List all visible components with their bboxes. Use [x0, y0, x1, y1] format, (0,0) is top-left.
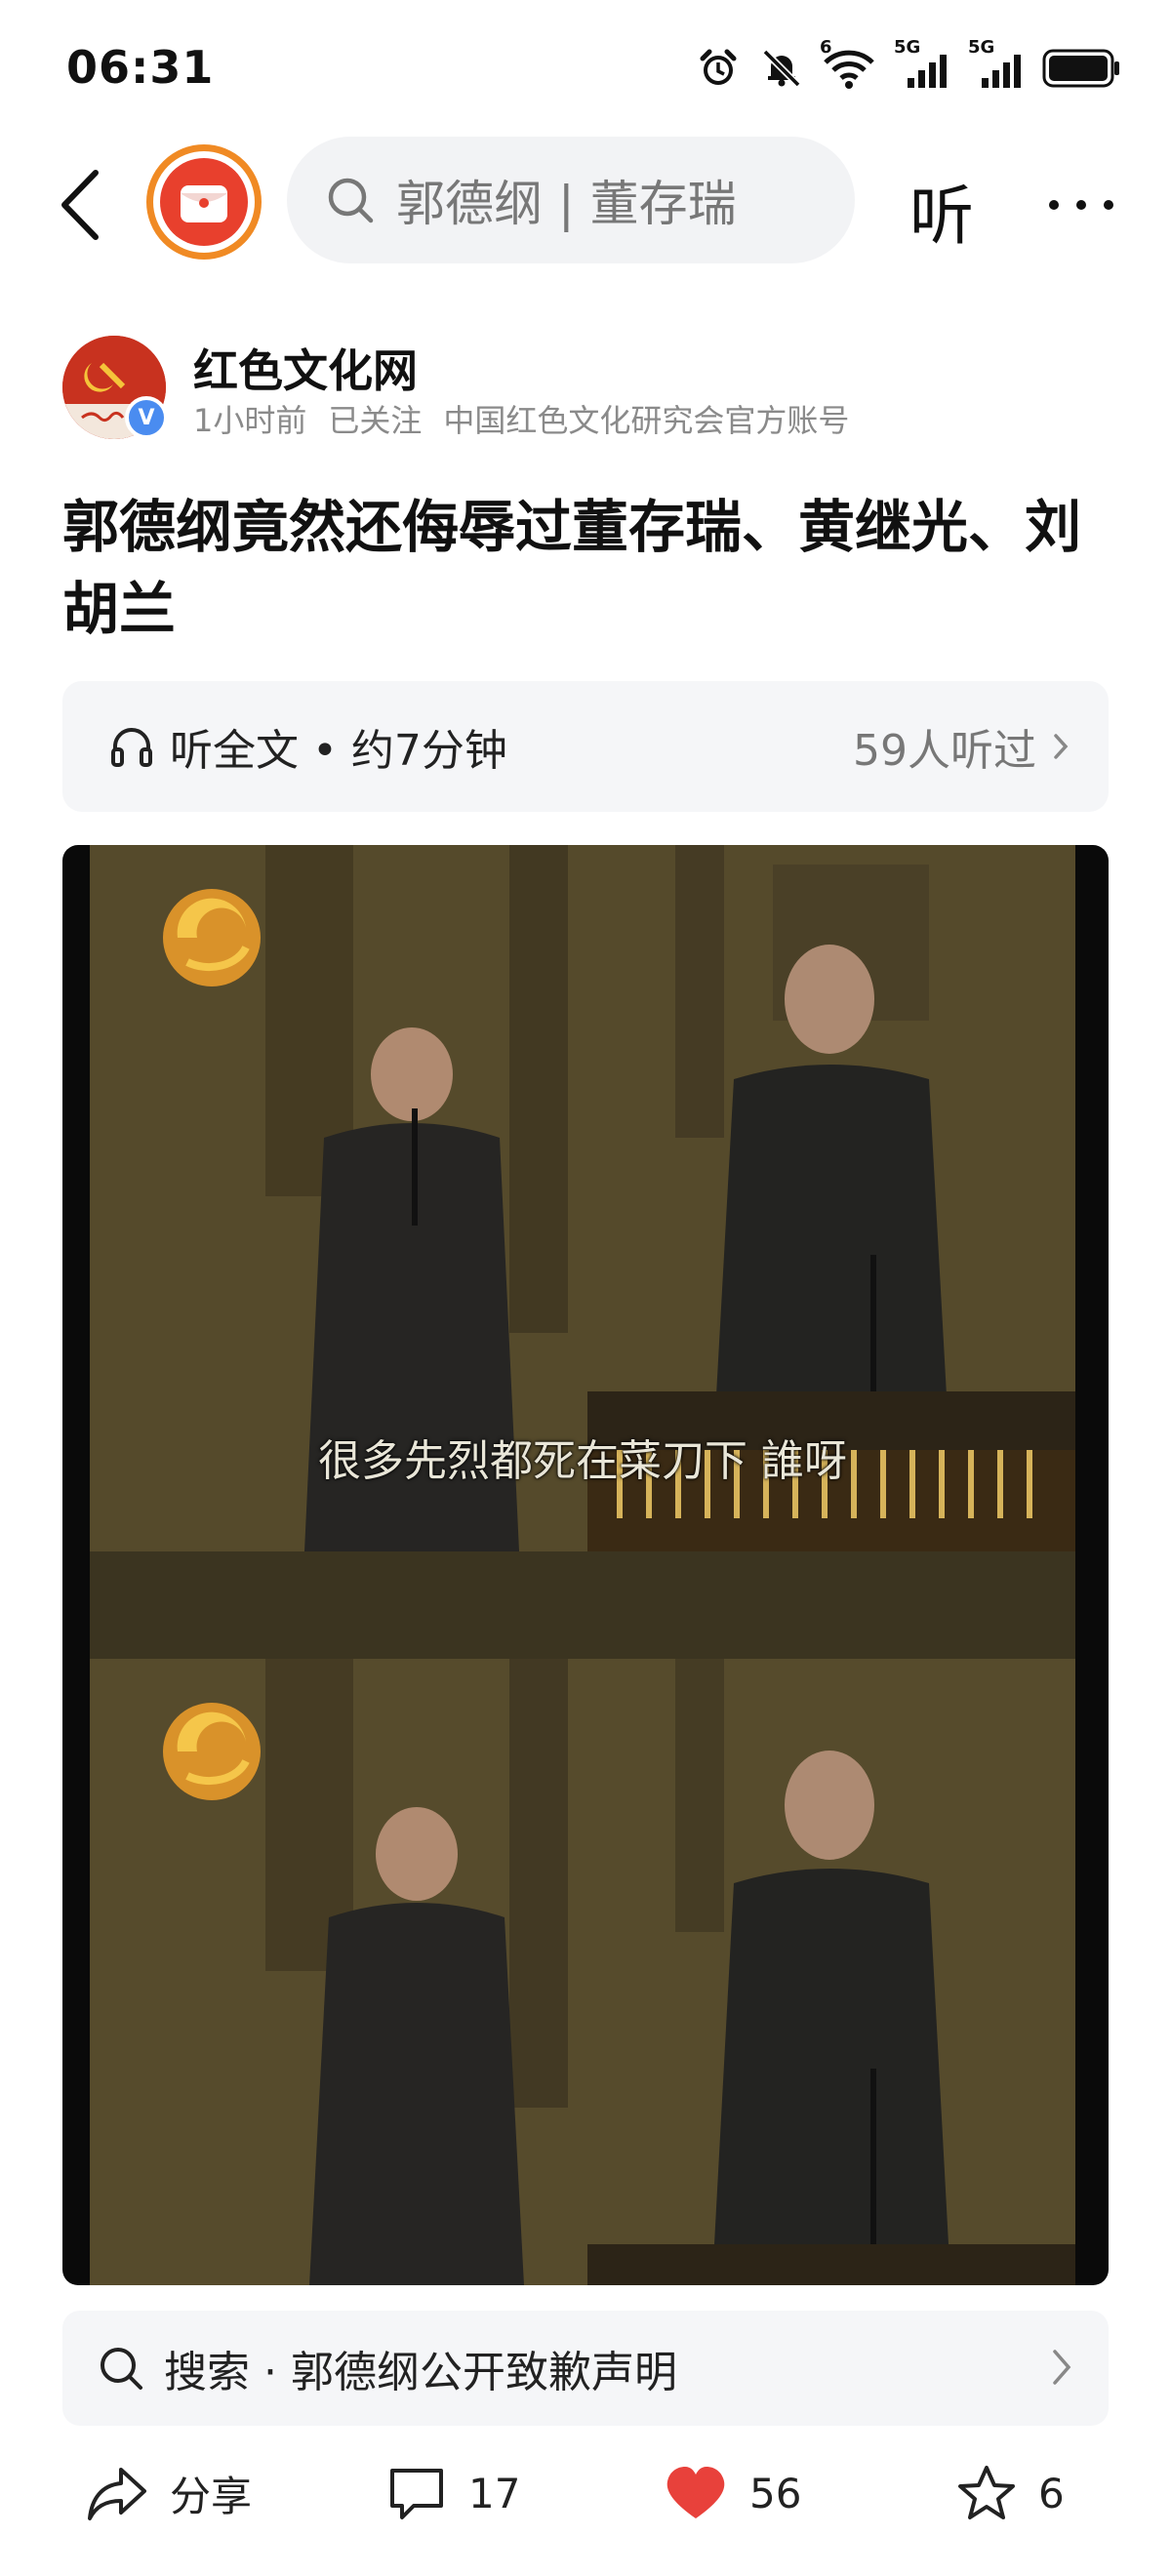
status-time: 06:31: [66, 41, 215, 94]
related-search[interactable]: 搜索 · 郭德纲公开致歉声明: [62, 2311, 1109, 2426]
phoenix-logo-icon-2: [163, 1703, 261, 1800]
favorite-button[interactable]: 6: [956, 2439, 1065, 2547]
mute-bell-icon: [762, 49, 801, 88]
video-frame-bottom: [90, 1659, 1075, 2285]
bottom-action-bar: 分享 17 56 6: [0, 2439, 1171, 2576]
follow-status[interactable]: 已关注: [328, 396, 422, 441]
search-icon: [328, 178, 374, 223]
verified-badge-icon: V: [125, 396, 168, 439]
app-logo-icon: [160, 158, 248, 246]
chevron-right-icon: [1054, 734, 1069, 759]
back-button[interactable]: [51, 166, 109, 244]
signal-label-2: 5G: [968, 37, 995, 58]
more-icon: [1049, 200, 1113, 210]
video-subtitle: 很多先烈都死在菜刀下 誰呀: [318, 1436, 847, 1486]
comment-button[interactable]: 17: [386, 2439, 520, 2547]
status-bar: 06:31 6 5G 5G: [0, 0, 1171, 137]
signal-icon-2: 5G: [968, 37, 1025, 92]
listen-full-text-bar[interactable]: 听全文 • 约7分钟 59人听过: [62, 681, 1109, 812]
article-image[interactable]: 很多先烈都死在菜刀下 誰呀: [62, 845, 1109, 2285]
signal-icon-1: 5G: [894, 37, 950, 92]
author-name[interactable]: 红色文化网: [193, 336, 418, 400]
share-label: 分享: [170, 2472, 253, 2520]
listeners-info[interactable]: 59人听过: [853, 681, 1070, 812]
listen-button[interactable]: 听: [909, 164, 974, 258]
search-query: 郭德纲 | 董存瑞: [396, 176, 737, 232]
listeners-count: 59人听过: [853, 726, 1036, 776]
comment-count: 17: [468, 2469, 521, 2517]
author-meta: 1小时前 已关注 中国红色文化研究会官方账号: [193, 396, 849, 441]
battery-icon: [1042, 49, 1119, 88]
share-icon: [88, 2468, 146, 2520]
article-title: 郭德纲竟然还侮辱过董存瑞、黄继光、刘胡兰: [62, 494, 1082, 642]
post-time: 1小时前: [193, 402, 307, 439]
like-button[interactable]: 56: [664, 2439, 801, 2547]
search-input[interactable]: 郭德纲 | 董存瑞: [287, 137, 855, 263]
share-button[interactable]: 分享: [86, 2439, 252, 2547]
alarm-icon: [700, 49, 737, 85]
phoenix-logo-icon: [163, 889, 261, 986]
signal-label-1: 5G: [894, 37, 921, 58]
top-nav: 郭德纲 | 董存瑞 听: [0, 137, 1171, 273]
author-row[interactable]: V 红色文化网 1小时前 已关注 中国红色文化研究会官方账号: [62, 336, 1116, 443]
wifi-label: 6: [820, 37, 832, 58]
heart-icon: [666, 2467, 725, 2518]
related-search-text: 搜索 · 郭德纲公开致歉声明: [164, 2348, 677, 2397]
back-arrow-icon: [61, 170, 99, 240]
frame-divider: [90, 1551, 1075, 1659]
app-logo-button[interactable]: [146, 144, 262, 260]
like-count: 56: [749, 2469, 802, 2517]
author-avatar[interactable]: V: [62, 336, 168, 439]
headphones-icon: [111, 728, 152, 767]
author-description: 中国红色文化研究会官方账号: [443, 402, 850, 439]
listen-full-label: 听全文 • 约7分钟: [170, 726, 507, 776]
favorite-count: 6: [1038, 2469, 1065, 2517]
search-icon: [101, 2348, 142, 2390]
star-icon: [958, 2466, 1015, 2519]
chevron-right-icon: [1053, 2350, 1071, 2385]
wifi-icon: 6: [820, 37, 876, 92]
video-frame-top: 很多先烈都死在菜刀下 誰呀: [90, 845, 1075, 1551]
comment-icon: [390, 2469, 443, 2519]
status-icons: 6 5G 5G: [695, 37, 1122, 98]
more-button[interactable]: [1042, 166, 1120, 244]
listen-full-text[interactable]: 听全文 • 约7分钟: [107, 681, 507, 812]
